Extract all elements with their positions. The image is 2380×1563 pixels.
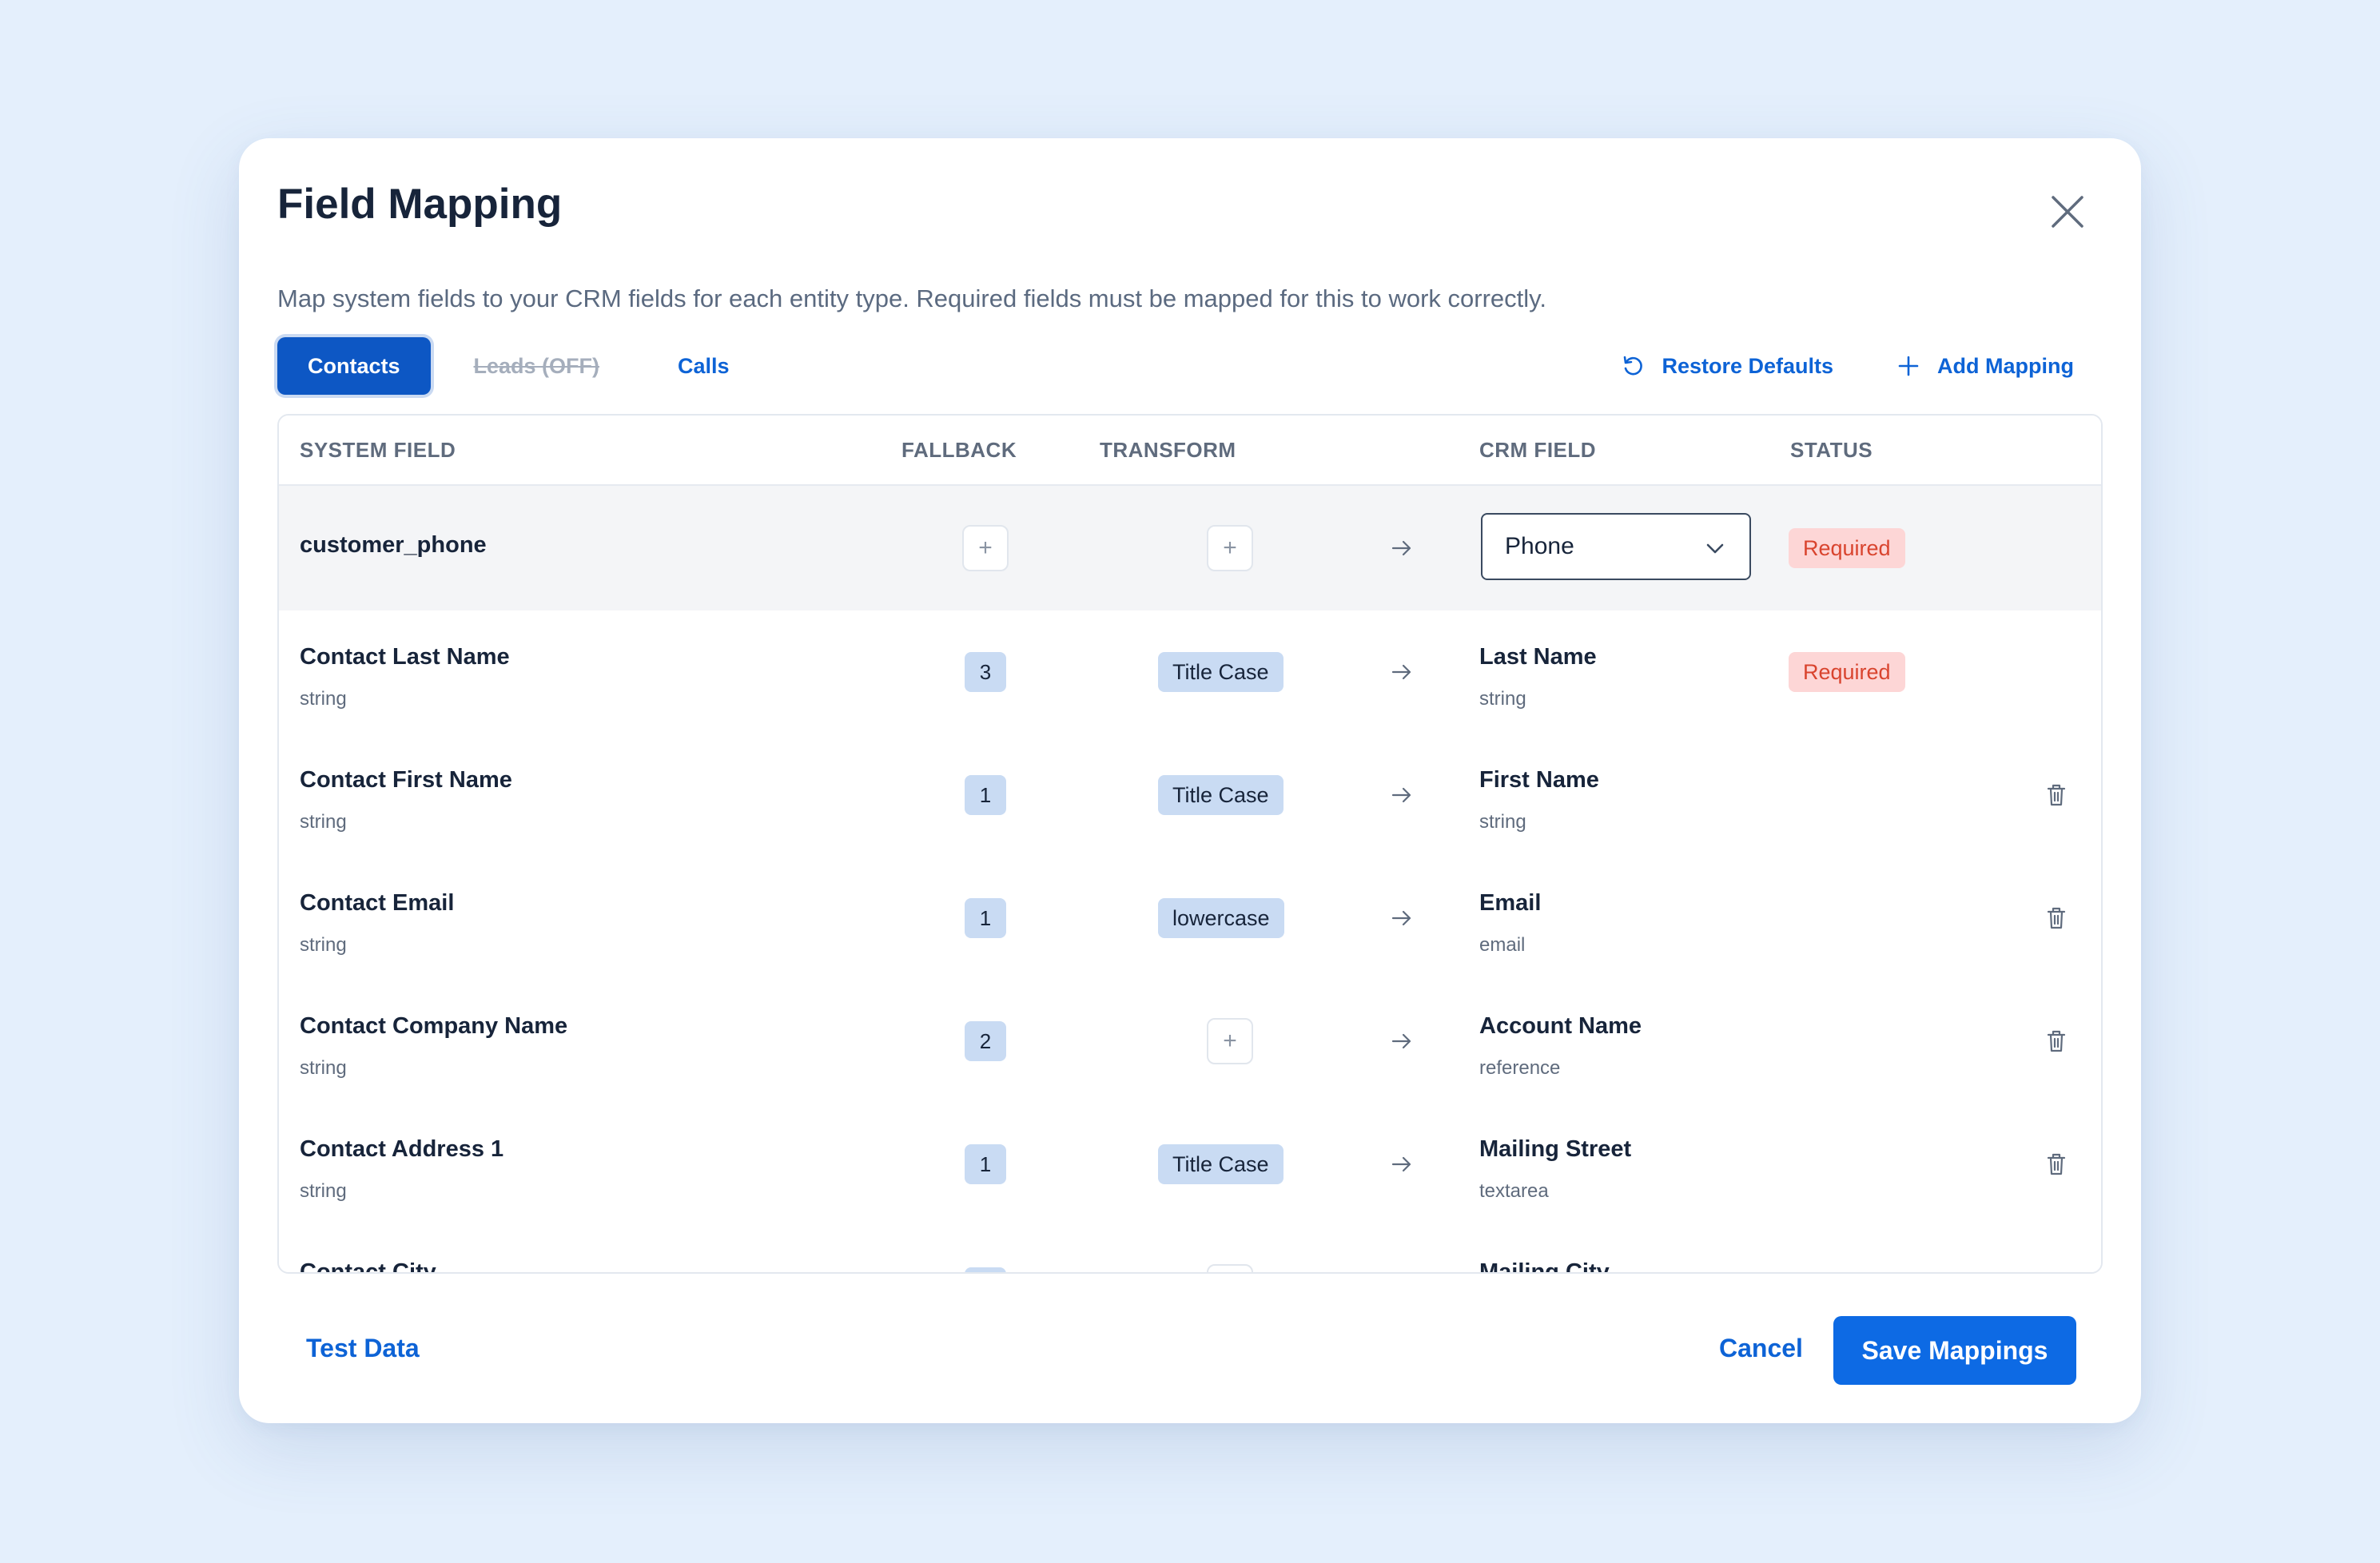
system-field-type: string xyxy=(300,1180,347,1202)
plus-icon: + xyxy=(1223,1028,1237,1054)
header-fallback: FALLBACK xyxy=(901,437,1017,462)
arrow-right-icon xyxy=(1391,910,1411,926)
crm-field-select[interactable]: Phone xyxy=(1481,513,1751,580)
system-field-name: Contact Email xyxy=(300,890,455,916)
entity-tabs: Contacts Leads (OFF) Calls xyxy=(277,337,760,395)
transform-chip[interactable]: Title Case xyxy=(1158,775,1284,815)
tab-calls[interactable]: Calls xyxy=(647,337,760,395)
restore-defaults-label: Restore Defaults xyxy=(1662,353,1834,378)
crm-field-select-value: Phone xyxy=(1505,533,1574,559)
fallback-badge[interactable] xyxy=(965,1267,1006,1272)
table-row[interactable]: Contact City + Mailing City xyxy=(279,1226,2101,1272)
status-badge: Required xyxy=(1789,528,1905,568)
arrow-right-icon xyxy=(1391,540,1411,556)
add-mapping-label: Add Mapping xyxy=(1937,353,2074,378)
system-field-name: Contact First Name xyxy=(300,767,512,793)
add-transform-button[interactable]: + xyxy=(1207,1018,1253,1064)
add-transform-button[interactable]: + xyxy=(1207,525,1253,571)
crm-field-name: Email xyxy=(1479,890,1542,916)
system-field-type: string xyxy=(300,811,347,833)
transform-chip[interactable]: lowercase xyxy=(1158,898,1284,938)
field-mapping-dialog: Field Mapping Map system fields to your … xyxy=(239,138,2141,1423)
table-row[interactable]: Contact Company Name string 2 + Account … xyxy=(279,980,2101,1104)
header-system-field: SYSTEM FIELD xyxy=(300,437,456,462)
table-row[interactable]: Contact Address 1 string 1 Title Case Ma… xyxy=(279,1103,2101,1227)
table-row[interactable]: customer_phone + + Phone Required xyxy=(279,486,2101,612)
table-header: SYSTEM FIELD FALLBACK TRANSFORM CRM FIEL… xyxy=(279,416,2101,486)
trash-icon[interactable] xyxy=(2045,905,2068,931)
header-crm-field: CRM FIELD xyxy=(1479,437,1597,462)
restore-icon xyxy=(1624,356,1643,376)
crm-field-type: string xyxy=(1479,688,1526,710)
system-field-name: Contact City xyxy=(300,1259,436,1272)
plus-icon: + xyxy=(978,535,993,561)
crm-field-name: Mailing City xyxy=(1479,1259,1610,1272)
crm-field-name: First Name xyxy=(1479,767,1599,793)
trash-icon[interactable] xyxy=(2045,782,2068,808)
add-mapping-button[interactable]: Add Mapping xyxy=(1896,353,2074,379)
trash-icon[interactable] xyxy=(2045,1151,2068,1177)
crm-field-type: email xyxy=(1479,934,1526,956)
test-data-button[interactable]: Test Data xyxy=(306,1334,420,1363)
header-status: STATUS xyxy=(1790,437,1873,462)
fallback-badge[interactable]: 3 xyxy=(965,652,1006,692)
arrow-right-icon xyxy=(1391,787,1411,803)
table-row[interactable]: Contact Last Name string 3 Title Case La… xyxy=(279,610,2101,735)
header-transform: TRANSFORM xyxy=(1100,437,1236,462)
crm-field-name: Mailing Street xyxy=(1479,1136,1632,1162)
dialog-description: Map system fields to your CRM fields for… xyxy=(277,284,1546,312)
arrow-right-icon xyxy=(1391,1033,1411,1049)
table-actions: Restore Defaults Add Mapping xyxy=(1620,337,2074,395)
close-button[interactable] xyxy=(2044,188,2091,236)
chevron-down-icon xyxy=(1706,543,1724,554)
arrow-right-icon xyxy=(1391,664,1411,680)
table-body: customer_phone + + Phone Required Contac… xyxy=(279,486,2101,1272)
close-icon xyxy=(2052,196,2083,228)
fallback-badge[interactable]: 1 xyxy=(965,1144,1006,1184)
system-field-type: string xyxy=(300,688,347,710)
fallback-badge[interactable]: 2 xyxy=(965,1021,1006,1061)
plus-icon xyxy=(1898,356,1919,376)
save-mappings-button[interactable]: Save Mappings xyxy=(1833,1316,2076,1385)
system-field-name: Contact Company Name xyxy=(300,1013,568,1039)
add-fallback-button[interactable]: + xyxy=(962,525,1009,571)
mapping-table: SYSTEM FIELD FALLBACK TRANSFORM CRM FIEL… xyxy=(277,414,2103,1274)
arrow-right-icon xyxy=(1391,1156,1411,1172)
system-field-type: string xyxy=(300,934,347,956)
table-row[interactable]: Contact First Name string 1 Title Case F… xyxy=(279,734,2101,858)
crm-field-type: textarea xyxy=(1479,1180,1549,1202)
transform-chip[interactable]: Title Case xyxy=(1158,652,1284,692)
cancel-button[interactable]: Cancel xyxy=(1719,1334,1803,1363)
trash-icon[interactable] xyxy=(2045,1028,2068,1054)
system-field-name: customer_phone xyxy=(300,532,487,558)
system-field-name: Contact Address 1 xyxy=(300,1136,504,1162)
crm-field-name: Account Name xyxy=(1479,1013,1642,1039)
system-field-type: string xyxy=(300,1057,347,1079)
fallback-badge[interactable]: 1 xyxy=(965,775,1006,815)
table-row[interactable]: Contact Email string 1 lowercase Email e… xyxy=(279,857,2101,981)
tab-leads[interactable]: Leads (OFF) xyxy=(444,337,631,395)
add-transform-button[interactable]: + xyxy=(1207,1264,1253,1272)
crm-field-type: string xyxy=(1479,811,1526,833)
tab-contacts[interactable]: Contacts xyxy=(277,337,431,395)
dialog-title: Field Mapping xyxy=(277,181,563,228)
fallback-badge[interactable]: 1 xyxy=(965,898,1006,938)
plus-icon: + xyxy=(1223,535,1237,561)
crm-field-type: reference xyxy=(1479,1057,1561,1079)
status-badge: Required xyxy=(1789,652,1905,692)
transform-chip[interactable]: Title Case xyxy=(1158,1144,1284,1184)
system-field-name: Contact Last Name xyxy=(300,644,510,670)
crm-field-name: Last Name xyxy=(1479,644,1597,670)
restore-defaults-button[interactable]: Restore Defaults xyxy=(1620,353,1833,379)
